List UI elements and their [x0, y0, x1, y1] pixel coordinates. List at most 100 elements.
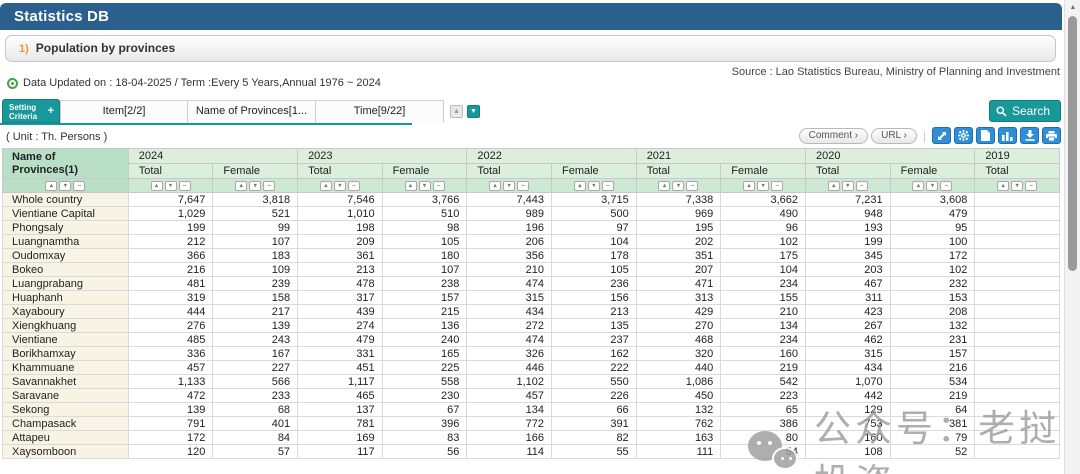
page-scrollbar[interactable]: ▲: [1064, 0, 1080, 474]
value-cell: 183: [213, 249, 298, 263]
sort-cell-provinces: ▴▾–: [3, 179, 129, 193]
sort-clear-button[interactable]: –: [771, 181, 783, 191]
report-title: Population by provinces: [36, 41, 175, 55]
setting-criteria-button[interactable]: Setting Criteria +: [2, 99, 60, 123]
subheader-2022-total: Total: [467, 164, 552, 179]
sort-clear-button[interactable]: –: [348, 181, 360, 191]
value-cell: 1,102: [467, 375, 552, 389]
value-cell: 160: [721, 347, 806, 361]
chevron-up-icon: ▲: [453, 108, 460, 115]
value-cell: 102: [890, 263, 975, 277]
url-label: URL: [881, 130, 901, 141]
resize-button[interactable]: [932, 127, 951, 144]
value-cell: 232: [890, 277, 975, 291]
value-cell: 351: [636, 249, 721, 263]
value-cell: 160: [806, 431, 891, 445]
value-cell: 120: [128, 445, 213, 459]
subheader-2023-total: Total: [298, 164, 383, 179]
sort-desc-button[interactable]: ▾: [842, 181, 854, 191]
value-cell: 137: [298, 403, 383, 417]
province-name: Xayaboury: [3, 305, 129, 319]
sort-cell: ▴▾–: [128, 179, 213, 193]
sort-asc-button[interactable]: ▴: [235, 181, 247, 191]
sort-desc-button[interactable]: ▾: [59, 181, 71, 191]
sort-asc-button[interactable]: ▴: [405, 181, 417, 191]
resize-icon: [937, 131, 947, 141]
value-cell: [975, 347, 1060, 361]
sort-desc-button[interactable]: ▾: [757, 181, 769, 191]
sort-desc-button[interactable]: ▾: [1011, 181, 1023, 191]
sort-asc-button[interactable]: ▴: [151, 181, 163, 191]
value-cell: 3,766: [382, 193, 467, 207]
collapse-up-button[interactable]: ▲: [450, 105, 463, 118]
sort-desc-button[interactable]: ▾: [503, 181, 515, 191]
printer-icon: [1046, 131, 1057, 141]
sort-clear-button[interactable]: –: [73, 181, 85, 191]
sort-asc-button[interactable]: ▴: [912, 181, 924, 191]
tab-provinces[interactable]: Name of Provinces[1...: [188, 100, 316, 123]
sort-desc-button[interactable]: ▾: [334, 181, 346, 191]
value-cell: 157: [382, 291, 467, 305]
scrollbar-thumb[interactable]: [1068, 16, 1077, 271]
sort-asc-button[interactable]: ▴: [320, 181, 332, 191]
value-cell: 1,117: [298, 375, 383, 389]
sort-clear-button[interactable]: –: [263, 181, 275, 191]
value-cell: 446: [467, 361, 552, 375]
tab-underline: [0, 123, 412, 125]
tab-item[interactable]: Item[2/2]: [60, 100, 188, 123]
sort-desc-button[interactable]: ▾: [419, 181, 431, 191]
comment-button[interactable]: Comment ›: [799, 128, 868, 144]
value-cell: 213: [551, 305, 636, 319]
report-title-bar: 1)Population by provinces: [5, 35, 1056, 62]
sort-asc-button[interactable]: ▴: [997, 181, 1009, 191]
sort-clear-button[interactable]: –: [433, 181, 445, 191]
tab-time[interactable]: Time[9/22]: [316, 100, 444, 123]
print-button[interactable]: [1042, 127, 1061, 144]
sort-asc-button[interactable]: ▴: [45, 181, 57, 191]
sort-desc-button[interactable]: ▾: [926, 181, 938, 191]
sort-clear-button[interactable]: –: [686, 181, 698, 191]
value-cell: 468: [636, 333, 721, 347]
sort-asc-button[interactable]: ▴: [828, 181, 840, 191]
sort-clear-button[interactable]: –: [602, 181, 614, 191]
province-name: Sekong: [3, 403, 129, 417]
subheader-2023-female: Female: [382, 164, 467, 179]
value-cell: 3,662: [721, 193, 806, 207]
value-cell: 270: [636, 319, 721, 333]
table-row: Xiengkhuang27613927413627213527013426713…: [3, 319, 1060, 333]
value-cell: 139: [128, 403, 213, 417]
sort-clear-button[interactable]: –: [517, 181, 529, 191]
search-button[interactable]: Search: [989, 100, 1061, 122]
sort-asc-button[interactable]: ▴: [489, 181, 501, 191]
value-cell: 1,086: [636, 375, 721, 389]
value-cell: 479: [298, 333, 383, 347]
collapse-down-button[interactable]: ▼: [467, 105, 480, 118]
value-cell: 462: [806, 333, 891, 347]
search-label: Search: [1012, 101, 1050, 121]
scrollbar-up-arrow[interactable]: ▲: [1065, 2, 1080, 14]
export-file-button[interactable]: [976, 127, 995, 144]
province-name: Xiengkhuang: [3, 319, 129, 333]
sort-desc-button[interactable]: ▾: [672, 181, 684, 191]
value-cell: [975, 333, 1060, 347]
sort-desc-button[interactable]: ▾: [249, 181, 261, 191]
sort-asc-button[interactable]: ▴: [574, 181, 586, 191]
settings-button[interactable]: [954, 127, 973, 144]
sort-desc-button[interactable]: ▾: [588, 181, 600, 191]
chart-button[interactable]: [998, 127, 1017, 144]
sort-asc-button[interactable]: ▴: [658, 181, 670, 191]
sort-clear-button[interactable]: –: [1025, 181, 1037, 191]
url-button[interactable]: URL ›: [871, 128, 917, 144]
subheader-2024-total: Total: [128, 164, 213, 179]
sort-clear-button[interactable]: –: [179, 181, 191, 191]
sort-clear-button[interactable]: –: [856, 181, 868, 191]
value-cell: 108: [806, 445, 891, 459]
province-name: Whole country: [3, 193, 129, 207]
sort-asc-button[interactable]: ▴: [743, 181, 755, 191]
sort-desc-button[interactable]: ▾: [165, 181, 177, 191]
value-cell: 111: [636, 445, 721, 459]
download-button[interactable]: [1020, 127, 1039, 144]
sort-clear-button[interactable]: –: [940, 181, 952, 191]
value-cell: 467: [806, 277, 891, 291]
value-cell: 236: [551, 277, 636, 291]
